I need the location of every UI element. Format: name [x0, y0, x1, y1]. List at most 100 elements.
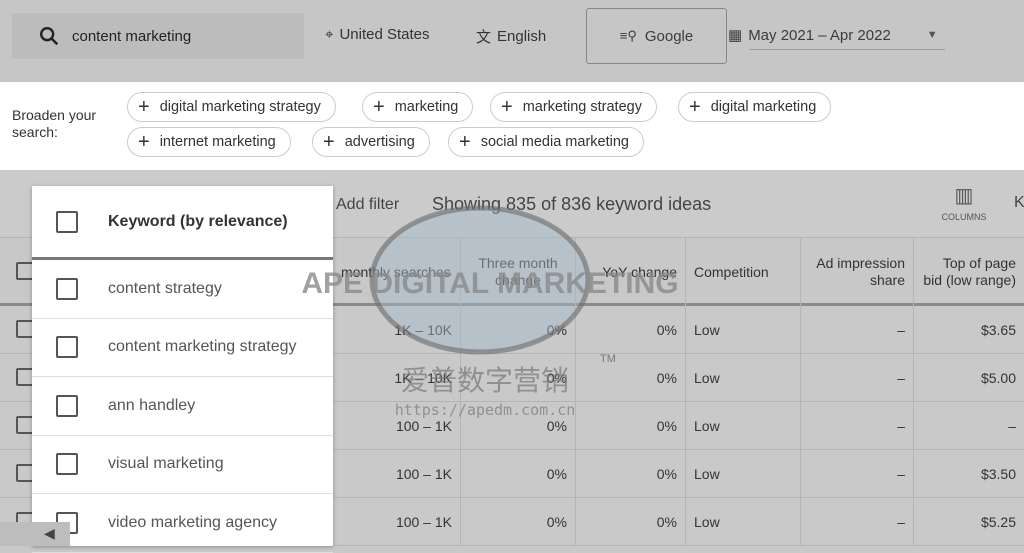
search-engine-selector[interactable]: ≡⚲ Google	[586, 8, 727, 64]
language-label: English	[497, 28, 547, 45]
search-network-icon: ≡⚲	[619, 28, 637, 43]
keyword-text: content marketing strategy	[108, 338, 297, 356]
keyword-header-label: Keyword (by relevance)	[108, 212, 288, 230]
scroll-left-icon[interactable]: ◀	[44, 525, 55, 542]
plus-icon: +	[373, 96, 385, 118]
cell-yoy-change: 0%	[575, 402, 685, 450]
keyword-text: video marketing agency	[108, 513, 277, 531]
header-competition[interactable]: Competition	[685, 238, 800, 306]
chip-label: marketing strategy	[522, 99, 642, 115]
cell-top-bid-low: –	[913, 402, 1024, 450]
cell-three-month-change: 0%	[460, 402, 575, 450]
horizontal-scrollbar[interactable]: ◀	[0, 522, 70, 546]
plus-icon: +	[138, 96, 150, 118]
chip-label: digital marketing	[710, 99, 817, 115]
keyword-item[interactable]: video marketing agency	[32, 494, 333, 553]
cell-ad-impression-share: –	[800, 354, 913, 402]
cell-yoy-change: 0%	[575, 498, 685, 546]
cell-monthly-searches: 1K – 10K	[394, 370, 452, 386]
chip[interactable]: + marketing	[362, 92, 474, 122]
dropdown-arrow-icon: ▼	[926, 29, 938, 41]
plus-icon: +	[323, 131, 335, 153]
more-button[interactable]: K	[1014, 194, 1024, 212]
cell-ad-impression-share: –	[800, 402, 913, 450]
search-query: content marketing	[72, 27, 192, 45]
cell-top-bid-low: $5.25	[913, 498, 1024, 546]
plus-icon: +	[689, 96, 701, 118]
keyword-item[interactable]: ann handley	[32, 377, 333, 436]
plus-icon: +	[459, 131, 471, 153]
cell-three-month-change: 0%	[460, 354, 575, 402]
broaden-search: Broaden your search: + digital marketing …	[0, 82, 1024, 170]
header-ad-impression[interactable]: Ad impression share	[800, 238, 913, 306]
translate-icon: 文	[476, 29, 492, 46]
header-monthly-searches[interactable]: monthly searches	[333, 238, 460, 306]
keyword-header[interactable]: Keyword (by relevance)	[32, 186, 333, 260]
cell-three-month-change: 0%	[460, 498, 575, 546]
results-count: Showing 835 of 836 keyword ideas	[432, 194, 712, 214]
cell-three-month-change: 0%	[460, 306, 575, 354]
location-selector[interactable]: ⌖ United States	[325, 26, 430, 43]
cell-competition: Low	[685, 450, 800, 498]
keyword-column-panel: Keyword (by relevance) content strategy c…	[32, 186, 333, 553]
location-pin-icon: ⌖	[325, 26, 334, 43]
checkbox[interactable]	[56, 394, 78, 417]
keyword-text: content strategy	[108, 279, 222, 297]
plus-icon: +	[501, 96, 513, 118]
cell-yoy-change: 0%	[575, 306, 685, 354]
chip[interactable]: + internet marketing	[127, 127, 291, 157]
header-top-bid-low[interactable]: Top of page bid (low range)	[913, 238, 1024, 306]
calendar-icon: ▦	[728, 27, 743, 44]
keyword-item[interactable]: content strategy	[32, 260, 333, 319]
checkbox[interactable]	[56, 336, 78, 359]
search-input[interactable]: content marketing	[12, 13, 304, 59]
header-yoy[interactable]: YoY change	[575, 238, 685, 306]
cell-monthly-searches: 100 – 1K	[395, 418, 452, 434]
cell-competition: Low	[685, 498, 800, 546]
keyword-text: visual marketing	[108, 455, 224, 473]
header-three-month[interactable]: Three month change	[460, 238, 575, 306]
cell-yoy-change: 0%	[575, 450, 685, 498]
chip-label: advertising	[344, 134, 415, 150]
chip-label: digital marketing strategy	[159, 99, 321, 115]
columns-button[interactable]: ▥ COLUMNS	[940, 186, 988, 222]
keyword-item[interactable]: content marketing strategy	[32, 319, 333, 377]
engine-label: Google	[644, 27, 694, 45]
plus-icon: +	[138, 131, 150, 153]
columns-label: COLUMNS	[941, 212, 987, 222]
columns-icon: ▥	[954, 185, 974, 207]
keyword-item[interactable]: visual marketing	[32, 436, 333, 494]
chip-label: internet marketing	[159, 134, 276, 150]
cell-top-bid-low: $5.00	[913, 354, 1024, 402]
checkbox[interactable]	[56, 453, 78, 476]
checkbox[interactable]	[56, 210, 78, 233]
cell-monthly-searches: 1K – 10K	[394, 322, 452, 338]
cell-top-bid-low: $3.50	[913, 450, 1024, 498]
cell-yoy-change: 0%	[575, 354, 685, 402]
cell-monthly-searches: 100 – 1K	[395, 514, 452, 530]
chip-label: social media marketing	[480, 134, 629, 150]
chip[interactable]: + advertising	[312, 127, 430, 157]
chip-label: marketing	[394, 99, 459, 115]
chip[interactable]: + digital marketing strategy	[127, 92, 336, 122]
keyword-text: ann handley	[108, 396, 196, 414]
search-icon	[40, 27, 59, 46]
cell-competition: Low	[685, 402, 800, 450]
cell-competition: Low	[685, 354, 800, 402]
chip[interactable]: + marketing strategy	[490, 92, 657, 122]
cell-ad-impression-share: –	[800, 450, 913, 498]
top-toolbar: content marketing ⌖ United States 文 Englis…	[0, 0, 1024, 82]
date-range-selector[interactable]: ▦ May 2021 – Apr 2022 ▼	[728, 26, 938, 45]
checkbox[interactable]	[56, 277, 78, 300]
chip[interactable]: + social media marketing	[448, 127, 644, 157]
date-range-label: May 2021 – Apr 2022	[748, 26, 891, 44]
cell-ad-impression-share: –	[800, 306, 913, 354]
cell-competition: Low	[685, 306, 800, 354]
cell-top-bid-low: $3.65	[913, 306, 1024, 354]
cell-three-month-change: 0%	[460, 450, 575, 498]
cell-ad-impression-share: –	[800, 498, 913, 546]
language-selector[interactable]: 文 English	[476, 26, 546, 47]
chip[interactable]: + digital marketing	[678, 92, 832, 122]
broaden-label: Broaden your search:	[12, 107, 97, 140]
add-filter-button[interactable]: Add filter	[336, 196, 399, 214]
